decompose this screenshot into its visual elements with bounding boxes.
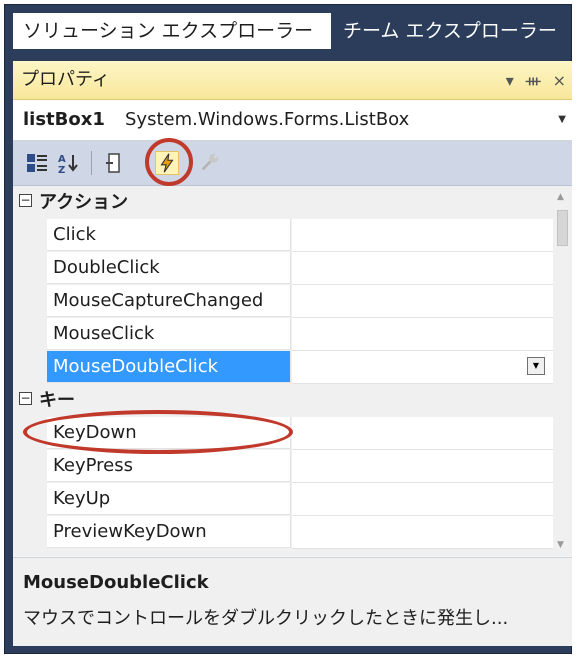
property-row-mousecapturechanged[interactable]: MouseCaptureChanged: [13, 285, 553, 318]
tab-strip: ソリューション エクスプローラー チーム エクスプローラー: [13, 13, 563, 53]
property-pages-icon[interactable]: [103, 151, 127, 175]
property-row-keyup[interactable]: KeyUp: [13, 483, 553, 516]
property-row-mousedoubleclick[interactable]: MouseDoubleClick ▼: [13, 351, 553, 384]
property-value[interactable]: [292, 483, 553, 516]
category-row-key[interactable]: − キー: [13, 384, 553, 417]
toolbar-separator: [91, 151, 92, 175]
categorized-icon[interactable]: [25, 151, 49, 175]
property-value[interactable]: [292, 252, 553, 285]
property-name: DoubleClick: [47, 252, 291, 284]
property-value[interactable]: [292, 516, 553, 549]
description-text: マウスでコントロールをダブルクリックしたときに発生し...: [23, 608, 509, 629]
tab-solution-explorer[interactable]: ソリューション エクスプローラー: [13, 13, 331, 49]
wrench-icon: [199, 151, 223, 175]
alphabetical-icon[interactable]: A Z: [57, 151, 81, 176]
property-row-previewkeydown[interactable]: PreviewKeyDown: [13, 516, 553, 549]
property-name: KeyDown: [47, 417, 291, 449]
properties-toolbar: A Z: [13, 141, 572, 186]
properties-window-frame: ソリューション エクスプローラー チーム エクスプローラー プロパティ ▾ ᚒ …: [4, 4, 572, 654]
tab-team-explorer[interactable]: チーム エクスプローラー: [335, 13, 557, 49]
property-row-doubleclick[interactable]: DoubleClick: [13, 252, 553, 285]
object-name: listBox1: [23, 109, 105, 130]
pin-icon[interactable]: ᚒ: [526, 71, 541, 90]
vertical-scrollbar[interactable]: ▲ ▼: [553, 186, 572, 556]
property-value[interactable]: [292, 417, 553, 450]
property-row-keydown[interactable]: KeyDown: [13, 417, 553, 450]
category-label: アクション: [39, 192, 129, 213]
property-name: PreviewKeyDown: [47, 516, 291, 548]
collapse-icon[interactable]: −: [19, 194, 32, 207]
events-icon[interactable]: [155, 151, 179, 175]
properties-panel: プロパティ ▾ ᚒ × listBox1 System.Windows.Form…: [13, 61, 572, 646]
property-value[interactable]: [292, 318, 553, 351]
property-name: KeyUp: [47, 483, 291, 515]
scroll-thumb[interactable]: [557, 210, 568, 246]
panel-title-bar: プロパティ ▾ ᚒ ×: [13, 61, 572, 100]
property-value[interactable]: [292, 450, 553, 483]
description-title: MouseDoubleClick: [23, 572, 209, 593]
chevron-down-icon[interactable]: ▼: [558, 100, 566, 140]
property-name: Click: [47, 219, 291, 251]
property-value[interactable]: [292, 219, 553, 252]
category-row-action[interactable]: − アクション: [13, 186, 553, 219]
property-value[interactable]: [292, 285, 553, 318]
property-value[interactable]: ▼: [292, 351, 553, 384]
property-name: MouseDoubleClick: [47, 351, 291, 383]
property-name: KeyPress: [47, 450, 291, 482]
scroll-down-icon[interactable]: ▼: [557, 540, 564, 550]
object-selector[interactable]: listBox1 System.Windows.Forms.ListBox ▼: [13, 100, 572, 141]
property-row-keypress[interactable]: KeyPress: [13, 450, 553, 483]
description-pane: MouseDoubleClick マウスでコントロールをダブルクリックしたときに…: [13, 557, 572, 646]
category-label: キー: [39, 390, 75, 411]
property-row-click[interactable]: Click: [13, 219, 553, 252]
svg-text:Z: Z: [58, 165, 65, 175]
collapse-icon[interactable]: −: [19, 392, 32, 405]
chevron-down-icon[interactable]: ▾: [506, 71, 514, 90]
object-type: System.Windows.Forms.ListBox: [125, 109, 410, 130]
property-grid: − アクション Click DoubleClick MouseCaptureCh…: [13, 186, 553, 556]
close-icon[interactable]: ×: [553, 71, 566, 90]
svg-text:A: A: [58, 154, 66, 165]
property-name: MouseClick: [47, 318, 291, 350]
scroll-up-icon[interactable]: ▲: [557, 192, 564, 202]
dropdown-button[interactable]: ▼: [527, 357, 545, 375]
panel-title: プロパティ: [21, 69, 110, 90]
property-row-mouseclick[interactable]: MouseClick: [13, 318, 553, 351]
property-name: MouseCaptureChanged: [47, 285, 291, 317]
